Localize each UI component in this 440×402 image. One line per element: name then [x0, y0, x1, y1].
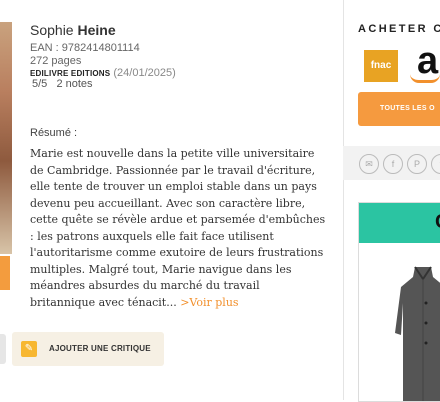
all-offers-label: TOUTES LES O — [380, 105, 435, 112]
book-ean: EAN : 9782414801114 — [30, 42, 140, 54]
rating-count[interactable]: 2 notes — [56, 78, 92, 90]
pinterest-share-icon[interactable]: P — [407, 154, 427, 174]
author-last-name: Heine — [77, 22, 116, 38]
edit-icon: ✎ — [21, 341, 37, 357]
rating-value: 5/5 — [32, 78, 48, 90]
twitter-share-icon[interactable]: t — [431, 154, 440, 174]
book-pages: 272 pages — [30, 55, 82, 67]
book-publisher[interactable]: EDILIVRE EDITIONS — [30, 69, 110, 78]
book-author[interactable]: Sophie Heine — [30, 22, 116, 38]
resume-label: Résumé : — [30, 127, 78, 139]
fnac-logo[interactable]: fnac — [364, 50, 398, 82]
book-date: (24/01/2025) — [113, 67, 176, 79]
secondary-action-button[interactable] — [0, 334, 6, 364]
ad-header-letter: C — [435, 211, 440, 234]
resume-text: Marie est nouvelle dans la petite ville … — [30, 146, 327, 311]
all-offers-button[interactable]: TOUTES LES O — [358, 92, 440, 126]
ad-header: C — [359, 203, 440, 243]
add-review-button[interactable]: ✎ AJOUTER UNE CRITIQUE — [12, 332, 164, 366]
advertisement[interactable]: C — [358, 202, 440, 402]
add-review-label: AJOUTER UNE CRITIQUE — [49, 344, 151, 353]
book-cover[interactable] — [0, 22, 12, 254]
coat-image — [395, 266, 440, 401]
sidebar-divider — [343, 0, 344, 400]
facebook-share-icon[interactable]: f — [383, 154, 403, 174]
book-rating: 5/5 2 notes — [32, 78, 93, 90]
cover-action-button[interactable] — [0, 256, 10, 290]
mail-share-icon[interactable]: ✉ — [359, 154, 379, 174]
see-more-link[interactable]: >Voir plus — [180, 296, 238, 309]
amazon-smile-icon — [410, 74, 440, 83]
author-first-name: Sophie — [30, 22, 74, 38]
share-bar: ✉ f P t — [343, 146, 440, 180]
resume-body: Marie est nouvelle dans la petite ville … — [30, 147, 326, 309]
buy-section-title: ACHETER C — [358, 23, 440, 35]
